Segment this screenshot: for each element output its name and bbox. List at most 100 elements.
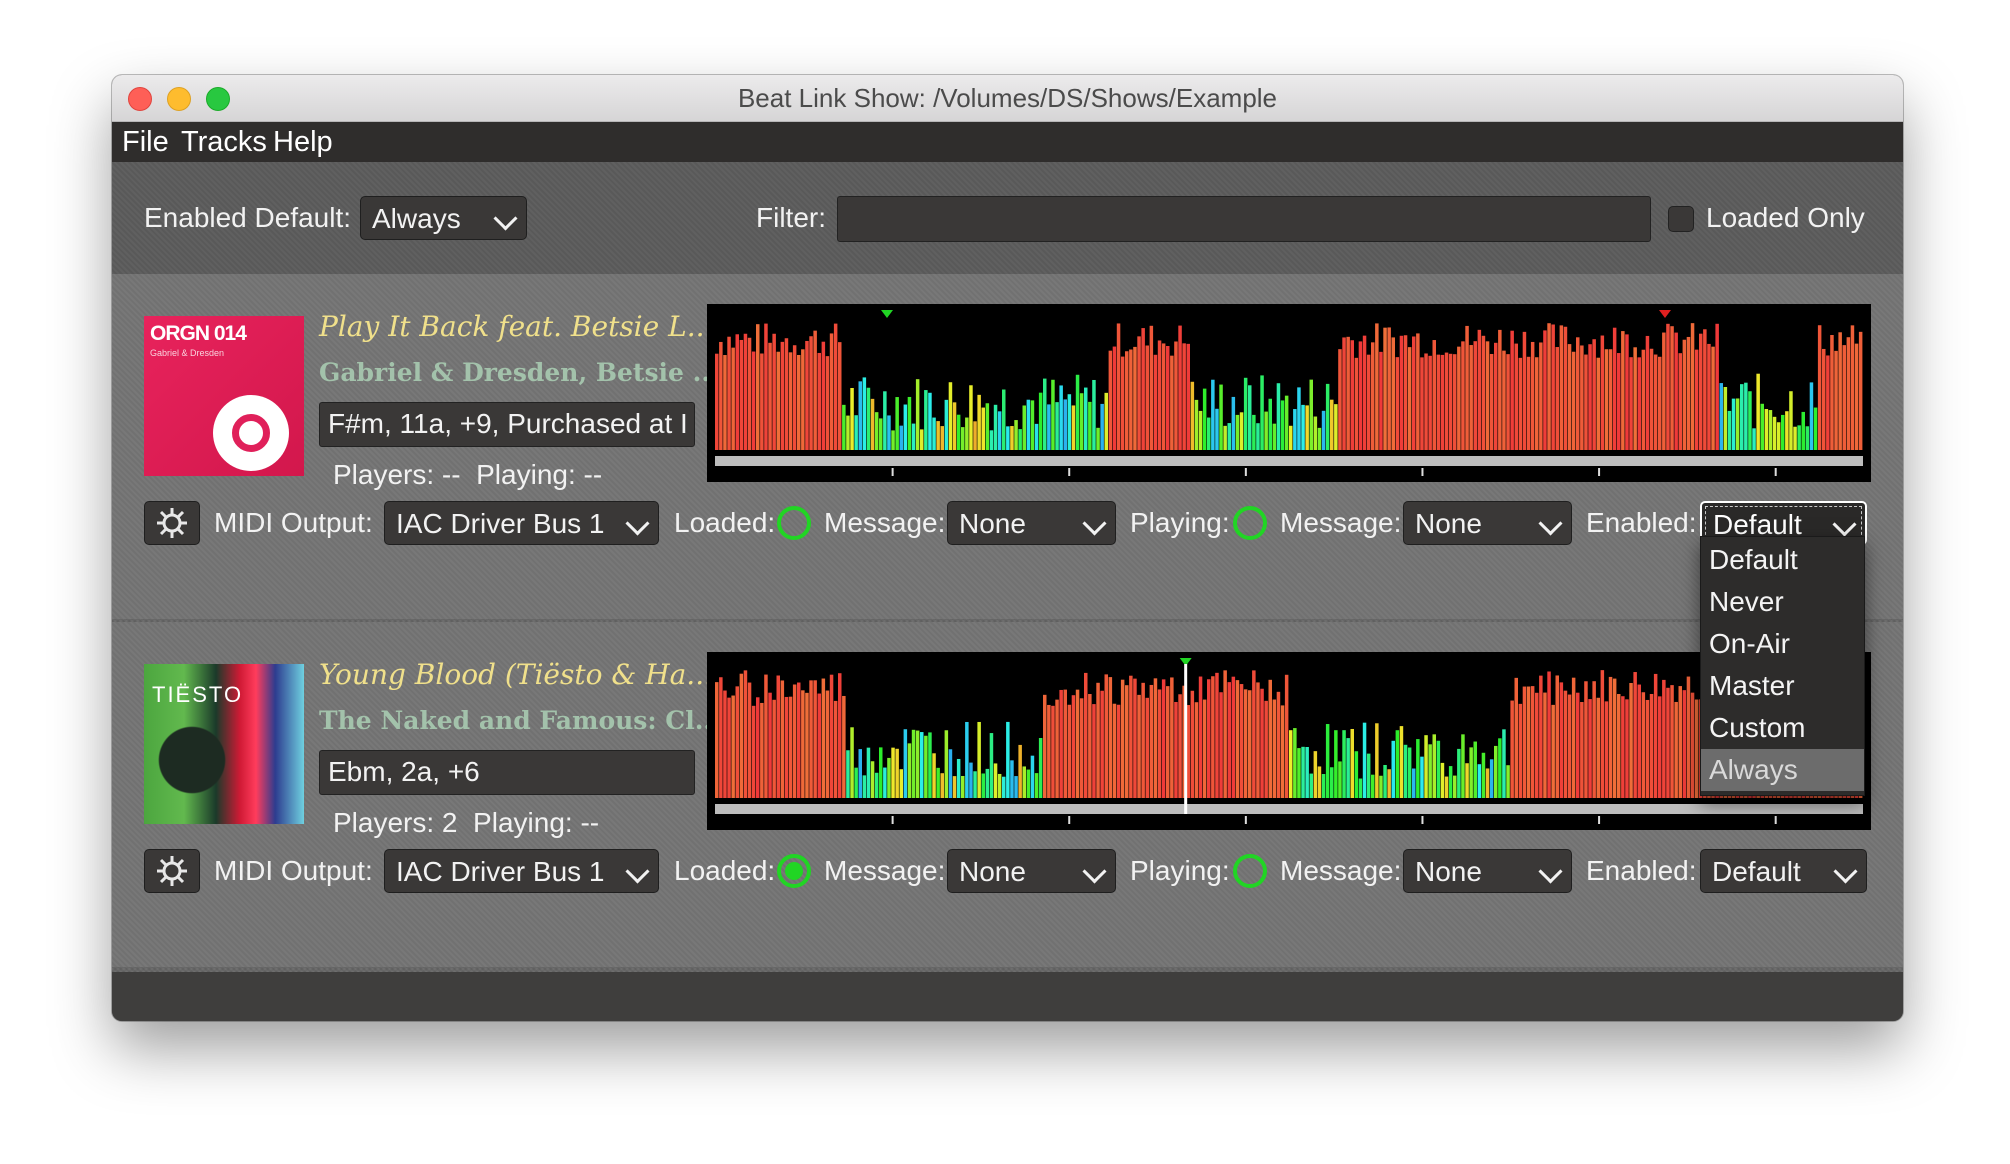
- waveform-bar: [797, 682, 801, 798]
- midi-output-select[interactable]: IAC Driver Bus 1: [384, 849, 659, 893]
- waveform-bar: [1334, 404, 1338, 450]
- app-window: Beat Link Show: /Volumes/DS/Shows/Exampl…: [112, 75, 1903, 1021]
- waveform-tick: [891, 468, 894, 476]
- waveform-bar: [1838, 332, 1842, 450]
- dropdown-option-default[interactable]: Default: [1701, 539, 1864, 581]
- waveform-bar: [809, 680, 813, 798]
- waveform-bar: [1026, 769, 1031, 798]
- menu-help[interactable]: Help: [273, 122, 333, 162]
- waveform-bar: [1444, 776, 1449, 798]
- track-waveform[interactable]: [707, 652, 1871, 830]
- playing-message-select[interactable]: None: [1403, 849, 1572, 893]
- waveform-bar: [1485, 341, 1490, 450]
- waveform-bar: [1166, 686, 1170, 798]
- waveform-bar: [1674, 701, 1678, 798]
- waveform-bar: [948, 749, 953, 798]
- enabled-select[interactable]: Default: [1700, 849, 1867, 893]
- dropdown-option-custom[interactable]: Custom: [1701, 707, 1864, 749]
- waveform-bar: [1764, 409, 1769, 450]
- waveform-bar: [1092, 704, 1096, 798]
- waveform-tick: [1068, 468, 1071, 476]
- track-artist: Gabriel & Dresden, Betsie ...: [319, 358, 719, 387]
- waveform-bar: [1129, 349, 1133, 450]
- waveform-bar: [1854, 343, 1859, 450]
- filter-input[interactable]: [837, 196, 1651, 242]
- waveform-bar: [1535, 357, 1539, 450]
- waveform-bar: [1223, 670, 1227, 798]
- waveform-bar: [1772, 416, 1777, 450]
- waveform-bar: [1346, 738, 1350, 798]
- waveform-bar: [956, 414, 961, 450]
- waveform-bar: [1002, 776, 1006, 798]
- waveform-bar: [1371, 774, 1375, 798]
- track-title: Young Blood (Tiësto & Ha...: [319, 658, 714, 691]
- dropdown-option-master[interactable]: Master: [1701, 665, 1864, 707]
- waveform-bar: [1223, 425, 1227, 450]
- track-settings-button[interactable]: [144, 849, 200, 893]
- loaded-message-label: Message:: [824, 855, 946, 886]
- waveform-bar: [821, 341, 826, 450]
- waveform-bar: [944, 399, 949, 450]
- waveform-bar: [1670, 685, 1674, 798]
- waveform-bar: [1510, 700, 1514, 798]
- chevron-down-icon: [1082, 859, 1107, 884]
- waveform-bar: [1043, 378, 1047, 450]
- dropdown-option-on-air[interactable]: On-Air: [1701, 623, 1864, 665]
- enabled-default-select[interactable]: Always: [360, 196, 527, 240]
- waveform-bar: [1436, 740, 1441, 798]
- waveform-bar: [1584, 354, 1588, 450]
- dropdown-option-always[interactable]: Always: [1701, 749, 1864, 791]
- waveform-bar: [1580, 345, 1584, 450]
- waveform-bar: [1022, 405, 1026, 450]
- waveform-bar: [792, 684, 797, 798]
- waveform-bar: [1584, 681, 1588, 798]
- loaded-only-checkbox[interactable]: [1668, 206, 1694, 232]
- track-comment-field[interactable]: F#m, 11a, +9, Purchased at I: [319, 402, 695, 447]
- menu-tracks[interactable]: Tracks: [181, 122, 267, 162]
- waveform-bar: [1006, 721, 1010, 798]
- waveform-bar: [1313, 416, 1318, 450]
- waveform-bar: [739, 339, 744, 450]
- waveform-bar: [1555, 347, 1559, 450]
- track-comment-field[interactable]: Ebm, 2a, +6: [319, 750, 695, 795]
- waveform-bar: [1055, 699, 1059, 798]
- loaded-message-select[interactable]: None: [947, 501, 1116, 545]
- waveform-bar: [1243, 689, 1248, 798]
- waveform-bar: [989, 733, 994, 798]
- waveform-bar: [1161, 679, 1166, 798]
- loaded-message-select[interactable]: None: [947, 849, 1116, 893]
- waveform-bar: [1383, 327, 1387, 450]
- waveform-bar: [825, 690, 830, 798]
- midi-output-select[interactable]: IAC Driver Bus 1: [384, 501, 659, 545]
- waveform-bar: [1633, 347, 1637, 450]
- waveform-bar: [1465, 763, 1469, 798]
- chevron-down-icon: [1082, 511, 1107, 536]
- waveform-bar: [965, 721, 969, 798]
- track-settings-button[interactable]: [144, 501, 200, 545]
- waveform-bar: [1239, 684, 1244, 798]
- track-waveform[interactable]: [707, 304, 1871, 482]
- playing-message-select[interactable]: None: [1403, 501, 1572, 545]
- menu-file[interactable]: File: [122, 122, 169, 162]
- waveform-bar: [1690, 323, 1695, 450]
- waveform-bar: [1494, 745, 1498, 798]
- waveform-bar: [772, 699, 776, 798]
- waveform-bar: [1625, 334, 1629, 450]
- waveform-bar: [1030, 755, 1035, 798]
- waveform-bar: [1756, 373, 1760, 450]
- waveform-bar: [1239, 412, 1244, 450]
- waveform-bar: [1264, 700, 1268, 798]
- waveform-bar: [1317, 427, 1322, 450]
- chevron-down-icon: [1538, 511, 1563, 536]
- dropdown-option-never[interactable]: Never: [1701, 581, 1864, 623]
- waveform-bar: [1522, 331, 1527, 450]
- waveform-bar: [1186, 343, 1190, 450]
- waveform-bar: [993, 763, 998, 798]
- waveform-bar: [1682, 339, 1687, 450]
- waveform-bar: [846, 750, 850, 798]
- album-art: TIËSTO: [144, 664, 304, 824]
- waveform-bar: [1235, 414, 1240, 450]
- waveform-bar: [1489, 759, 1494, 798]
- waveform-bar: [1416, 739, 1420, 798]
- label-logo-inner: [232, 414, 270, 452]
